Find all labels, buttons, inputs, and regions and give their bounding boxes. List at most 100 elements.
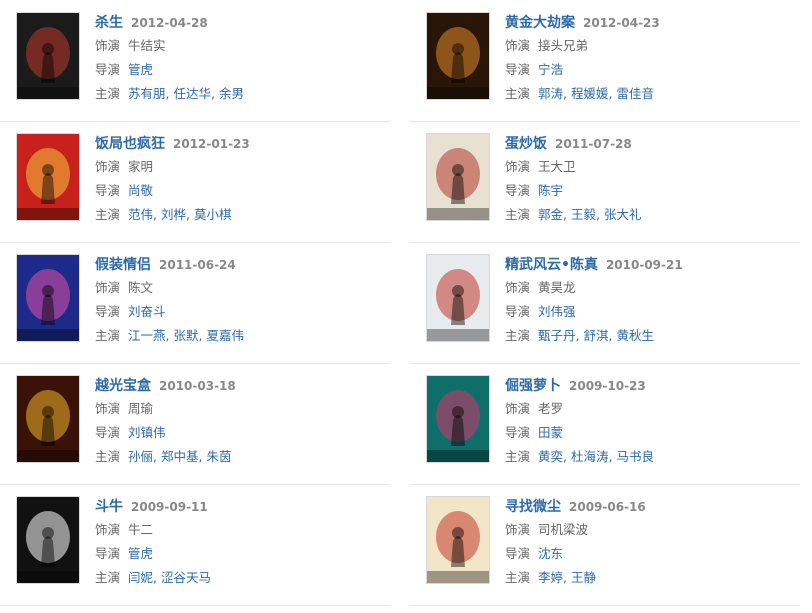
cast-member-link[interactable]: 夏嘉伟 bbox=[206, 328, 244, 343]
role-label: 饰演 bbox=[95, 38, 121, 53]
title-row: 寻找微尘 2009-06-16 bbox=[505, 494, 795, 518]
director-link[interactable]: 陈宇 bbox=[538, 183, 563, 198]
movie-title-link[interactable]: 杀生 bbox=[95, 15, 123, 31]
role-name: 老罗 bbox=[538, 401, 564, 416]
poster-thumbnail[interactable] bbox=[426, 12, 490, 100]
cast-member-link[interactable]: 闫妮 bbox=[128, 570, 153, 585]
cast-member-link[interactable]: 甄子丹 bbox=[538, 328, 576, 343]
cast-member-link[interactable]: 孙俪 bbox=[128, 449, 153, 464]
release-date: 2010-03-18 bbox=[159, 379, 236, 393]
cast-member-link[interactable]: 王毅 bbox=[571, 207, 596, 222]
filmography-grid: 杀生 2012-04-28 饰演 牛结实 导演 管虎 主演 苏有朋, 任达华, 余男 黄金大劫案… bbox=[0, 0, 812, 613]
movie-title-link[interactable]: 斗牛 bbox=[95, 499, 123, 515]
title-row: 倔强萝卜 2009-10-23 bbox=[505, 373, 795, 397]
movie-info: 斗牛 2009-09-11 饰演 牛二 导演 管虎 主演 闫妮, 涩谷天马 bbox=[95, 494, 385, 590]
director-line: 导演 陈宇 bbox=[505, 179, 795, 203]
movie-title-link[interactable]: 假装情侣 bbox=[95, 257, 151, 273]
director-link[interactable]: 田蒙 bbox=[538, 425, 563, 440]
poster-thumbnail[interactable] bbox=[426, 133, 490, 221]
cast-member-link[interactable]: 朱茵 bbox=[206, 449, 231, 464]
movie-title-link[interactable]: 寻找微尘 bbox=[505, 499, 561, 515]
role-line: 饰演 牛二 bbox=[95, 518, 385, 542]
movie-card: 黄金大劫案 2012-04-23 饰演 接头兄弟 导演 宁浩 主演 郭涛, 程媛媛, 雷佳音 bbox=[410, 0, 800, 122]
cast-separator: , bbox=[563, 449, 571, 464]
movie-info: 杀生 2012-04-28 饰演 牛结实 导演 管虎 主演 苏有朋, 任达华, 余男 bbox=[95, 10, 385, 106]
poster-thumbnail[interactable] bbox=[16, 12, 80, 100]
movie-title-link[interactable]: 倔强萝卜 bbox=[505, 378, 561, 394]
cast-label: 主演 bbox=[505, 207, 531, 222]
director-line: 导演 刘镇伟 bbox=[95, 421, 385, 445]
poster-thumbnail[interactable] bbox=[16, 496, 80, 584]
director-link[interactable]: 刘伟强 bbox=[538, 304, 576, 319]
title-row: 斗牛 2009-09-11 bbox=[95, 494, 385, 518]
director-label: 导演 bbox=[505, 62, 531, 77]
cast-member-link[interactable]: 张大礼 bbox=[604, 207, 642, 222]
director-link[interactable]: 宁浩 bbox=[538, 62, 563, 77]
cast-member-link[interactable]: 余男 bbox=[219, 86, 244, 101]
director-link[interactable]: 管虎 bbox=[128, 546, 153, 561]
cast-member-link[interactable]: 苏有朋 bbox=[128, 86, 166, 101]
director-link[interactable]: 沈东 bbox=[538, 546, 563, 561]
director-label: 导演 bbox=[95, 425, 121, 440]
poster-thumbnail[interactable] bbox=[16, 375, 80, 463]
movie-title-link[interactable]: 饭局也疯狂 bbox=[95, 136, 165, 152]
poster-thumbnail[interactable] bbox=[16, 133, 80, 221]
cast-separator: , bbox=[596, 207, 604, 222]
cast-line: 主演 郭金, 王毅, 张大礼 bbox=[505, 203, 795, 227]
cast-member-link[interactable]: 王静 bbox=[571, 570, 596, 585]
movie-title-link[interactable]: 蛋炒饭 bbox=[505, 136, 547, 152]
poster-thumbnail[interactable] bbox=[426, 254, 490, 342]
cast-member-link[interactable]: 郭金 bbox=[538, 207, 563, 222]
cast-member-link[interactable]: 范伟 bbox=[128, 207, 153, 222]
cast-line: 主演 江一燕, 张默, 夏嘉伟 bbox=[95, 324, 385, 348]
poster-thumbnail[interactable] bbox=[16, 254, 80, 342]
cast-member-link[interactable]: 莫小棋 bbox=[194, 207, 232, 222]
poster-huangjin-art bbox=[427, 13, 489, 99]
cast-member-link[interactable]: 郭涛 bbox=[538, 86, 563, 101]
cast-line: 主演 李婷, 王静 bbox=[505, 566, 795, 590]
role-label: 饰演 bbox=[95, 159, 121, 174]
cast-member-link[interactable]: 马书良 bbox=[616, 449, 654, 464]
cast-member-link[interactable]: 雷佳音 bbox=[616, 86, 654, 101]
cast-member-link[interactable]: 郑中基 bbox=[161, 449, 199, 464]
director-line: 导演 刘伟强 bbox=[505, 300, 795, 324]
director-link[interactable]: 刘镇伟 bbox=[128, 425, 166, 440]
poster-juejiang-art bbox=[427, 376, 489, 462]
cast-member-link[interactable]: 李婷 bbox=[538, 570, 563, 585]
director-label: 导演 bbox=[95, 183, 121, 198]
release-date: 2012-01-23 bbox=[173, 137, 250, 151]
cast-member-link[interactable]: 程媛媛 bbox=[571, 86, 609, 101]
movie-card: 精武风云•陈真 2010-09-21 饰演 黄昊龙 导演 刘伟强 主演 甄子丹, 舒淇, 黄秋… bbox=[410, 242, 800, 364]
poster-xunzhao-art bbox=[427, 497, 489, 583]
director-link[interactable]: 尚敬 bbox=[128, 183, 153, 198]
director-link[interactable]: 刘奋斗 bbox=[128, 304, 166, 319]
movie-title-link[interactable]: 越光宝盒 bbox=[95, 378, 151, 394]
director-line: 导演 管虎 bbox=[95, 542, 385, 566]
poster-shasheng-art bbox=[17, 13, 79, 99]
poster-thumbnail[interactable] bbox=[426, 496, 490, 584]
cast-member-link[interactable]: 任达华 bbox=[173, 86, 211, 101]
cast-member-link[interactable]: 江一燕 bbox=[128, 328, 166, 343]
release-date: 2009-09-11 bbox=[131, 500, 208, 514]
movie-info: 假装情侣 2011-06-24 饰演 陈文 导演 刘奋斗 主演 江一燕, 张默, 夏嘉伟 bbox=[95, 252, 385, 348]
movie-title-link[interactable]: 黄金大劫案 bbox=[505, 15, 575, 31]
cast-member-link[interactable]: 舒淇 bbox=[583, 328, 608, 343]
cast-member-link[interactable]: 涩谷天马 bbox=[161, 570, 211, 585]
cast-member-link[interactable]: 杜海涛 bbox=[571, 449, 609, 464]
role-name: 周瑜 bbox=[128, 401, 154, 416]
poster-jingwu-art bbox=[427, 255, 489, 341]
cast-member-link[interactable]: 黄奕 bbox=[538, 449, 563, 464]
director-label: 导演 bbox=[505, 183, 531, 198]
movie-title-link[interactable]: 精武风云•陈真 bbox=[505, 257, 598, 273]
role-name: 接头兄弟 bbox=[538, 38, 589, 53]
cast-member-link[interactable]: 张默 bbox=[173, 328, 198, 343]
cast-member-link[interactable]: 刘桦 bbox=[161, 207, 186, 222]
director-link[interactable]: 管虎 bbox=[128, 62, 153, 77]
cast-line: 主演 甄子丹, 舒淇, 黄秋生 bbox=[505, 324, 795, 348]
role-name: 王大卫 bbox=[538, 159, 576, 174]
poster-thumbnail[interactable] bbox=[426, 375, 490, 463]
cast-member-link[interactable]: 黄秋生 bbox=[616, 328, 654, 343]
cast-separator: , bbox=[563, 86, 571, 101]
movie-card: 假装情侣 2011-06-24 饰演 陈文 导演 刘奋斗 主演 江一燕, 张默, 夏嘉伟 bbox=[0, 242, 390, 364]
role-name: 牛结实 bbox=[128, 38, 166, 53]
